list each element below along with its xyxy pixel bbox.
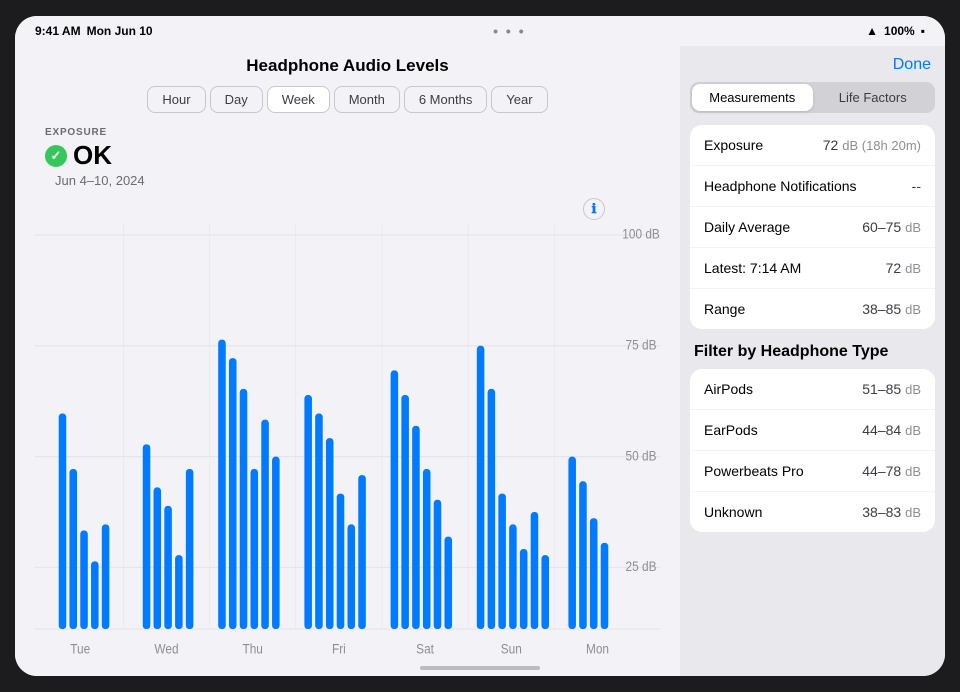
filter-row-earpods: EarPods 44–84 dB	[690, 410, 935, 451]
exposure-label: EXPOSURE	[45, 127, 660, 138]
right-panel: Done Measurements Life Factors Exposure …	[680, 46, 945, 676]
metric-value-range: 38–85 dB	[862, 301, 921, 317]
svg-text:25 dB: 25 dB	[626, 558, 657, 574]
filter-card: AirPods 51–85 dB EarPods 44–84 dB Powerb…	[690, 369, 935, 532]
filter-section-title: Filter by Headphone Type	[680, 339, 945, 369]
svg-text:Mon: Mon	[586, 641, 609, 657]
metric-value-daily-avg: 60–75 dB	[862, 219, 921, 235]
time-btn-month[interactable]: Month	[334, 86, 400, 113]
filter-row-airpods: AirPods 51–85 dB	[690, 369, 935, 410]
status-dots: • • •	[493, 23, 525, 39]
tab-measurements[interactable]: Measurements	[692, 84, 813, 111]
filter-value-airpods: 51–85 dB	[862, 381, 921, 397]
filter-value-earpods: 44–84 dB	[862, 422, 921, 438]
metric-row-exposure: Exposure 72 dB (18h 20m)	[690, 125, 935, 166]
metric-row-latest: Latest: 7:14 AM 72 dB	[690, 248, 935, 289]
tab-life-factors[interactable]: Life Factors	[813, 84, 934, 111]
info-button[interactable]: ℹ	[583, 198, 605, 220]
svg-text:Thu: Thu	[242, 641, 262, 657]
filter-row-powerbeats: Powerbeats Pro 44–78 dB	[690, 451, 935, 492]
metric-row-notifications: Headphone Notifications --	[690, 166, 935, 207]
metric-row-range: Range 38–85 dB	[690, 289, 935, 329]
svg-text:Sat: Sat	[416, 641, 434, 657]
ipad-frame: 9:41 AM Mon Jun 10 • • • ▲ 100% ▪ Headph…	[15, 16, 945, 676]
filter-value-powerbeats: 44–78 dB	[862, 463, 921, 479]
svg-text:Wed: Wed	[154, 641, 178, 657]
filter-value-unknown: 38–83 dB	[862, 504, 921, 520]
svg-text:100 dB: 100 dB	[622, 226, 660, 242]
metric-label-latest: Latest: 7:14 AM	[704, 260, 801, 276]
battery-icon: ▪	[921, 24, 925, 38]
filter-label-airpods: AirPods	[704, 381, 753, 397]
metric-value-notifications: --	[912, 178, 921, 194]
svg-text:75 dB: 75 dB	[626, 337, 657, 353]
svg-text:50 dB: 50 dB	[626, 448, 657, 464]
time-btn-year[interactable]: Year	[491, 86, 547, 113]
metric-row-daily-avg: Daily Average 60–75 dB	[690, 207, 935, 248]
time-selector: Hour Day Week Month 6 Months Year	[35, 86, 660, 113]
left-panel: Headphone Audio Levels Hour Day Week Mon…	[15, 46, 680, 676]
svg-text:Fri: Fri	[332, 641, 346, 657]
status-left: 9:41 AM Mon Jun 10	[35, 24, 153, 38]
metric-value-exposure: 72 dB (18h 20m)	[823, 137, 921, 153]
metric-value-latest: 72 dB	[886, 260, 921, 276]
ok-badge: ✓	[45, 145, 67, 167]
time-btn-6months[interactable]: 6 Months	[404, 86, 487, 113]
filter-label-earpods: EarPods	[704, 422, 758, 438]
svg-text:Sun: Sun	[501, 641, 522, 657]
tab-switcher: Measurements Life Factors	[690, 82, 935, 113]
status-bar: 9:41 AM Mon Jun 10 • • • ▲ 100% ▪	[15, 16, 945, 46]
right-header: Done	[680, 56, 945, 82]
exposure-status: ✓ OK	[45, 140, 660, 171]
done-button[interactable]: Done	[893, 56, 931, 74]
page-title: Headphone Audio Levels	[35, 56, 660, 76]
time-btn-day[interactable]: Day	[210, 86, 263, 113]
time-btn-week[interactable]: Week	[267, 86, 330, 113]
chart-svg: 100 dB 75 dB 50 dB 25 dB Tue Wed Thu Fri…	[35, 198, 660, 666]
date-range: Jun 4–10, 2024	[45, 173, 660, 188]
chart-container: ℹ 100 dB 75 dB 50 dB 25 dB Tue	[35, 198, 660, 666]
wifi-icon: ▲	[866, 24, 878, 38]
battery-level: 100%	[884, 24, 915, 38]
time-btn-hour[interactable]: Hour	[147, 86, 205, 113]
metric-label-range: Range	[704, 301, 745, 317]
metric-label-exposure: Exposure	[704, 137, 763, 153]
filter-label-unknown: Unknown	[704, 504, 762, 520]
exposure-section: EXPOSURE ✓ OK Jun 4–10, 2024	[35, 127, 660, 188]
home-indicator	[420, 666, 540, 670]
metric-label-notifications: Headphone Notifications	[704, 178, 857, 194]
status-time: 9:41 AM	[35, 24, 81, 38]
main-content: Headphone Audio Levels Hour Day Week Mon…	[15, 46, 945, 676]
svg-text:Tue: Tue	[70, 641, 90, 657]
ok-text: OK	[73, 140, 112, 171]
metric-label-daily-avg: Daily Average	[704, 219, 790, 235]
status-right: ▲ 100% ▪	[866, 24, 925, 38]
status-date: Mon Jun 10	[87, 24, 153, 38]
metrics-card: Exposure 72 dB (18h 20m) Headphone Notif…	[690, 125, 935, 329]
filter-row-unknown: Unknown 38–83 dB	[690, 492, 935, 532]
filter-label-powerbeats: Powerbeats Pro	[704, 463, 804, 479]
